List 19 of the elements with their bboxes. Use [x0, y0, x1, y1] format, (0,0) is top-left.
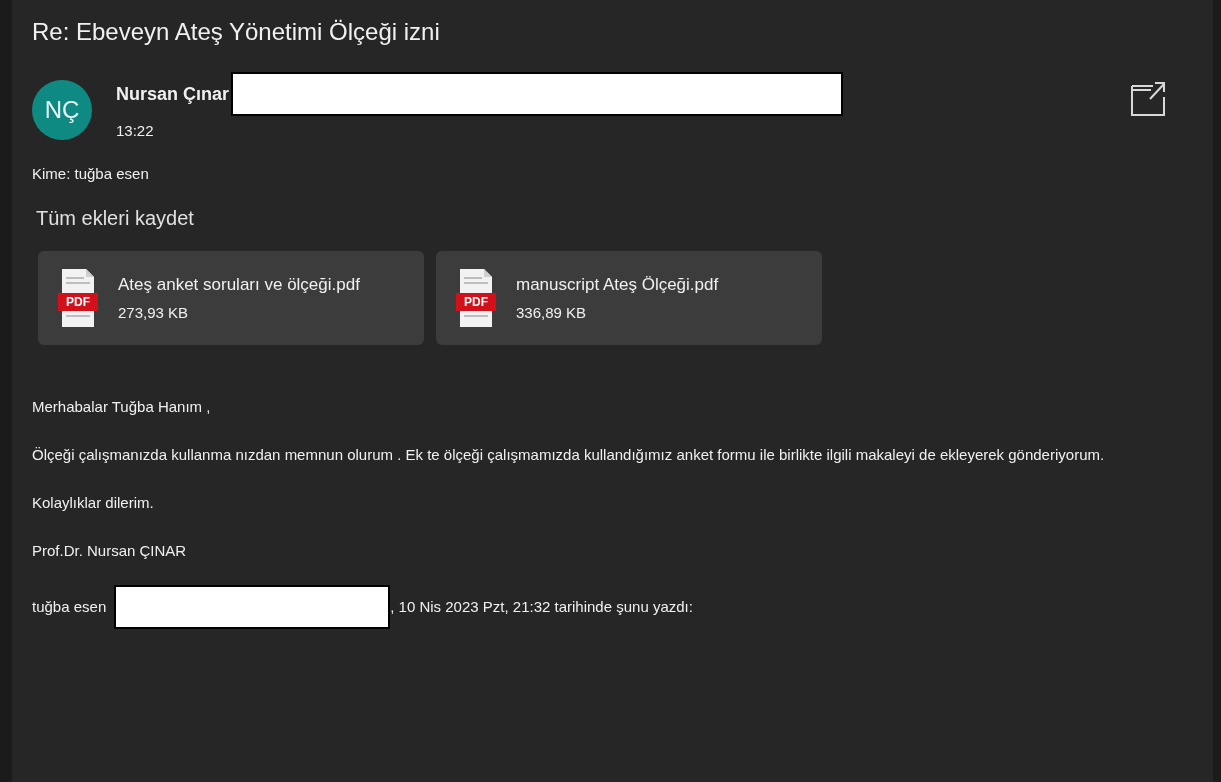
message-paragraph: Merhabalar Tuğba Hanım , — [32, 397, 212, 417]
sender-name: Nursan Çınar — [116, 82, 230, 106]
message-paragraph: Kolaylıklar dilerim. — [32, 493, 155, 513]
save-all-attachments-link[interactable]: Tüm ekleri kaydet — [36, 203, 194, 233]
pop-out-icon[interactable] — [1131, 80, 1167, 116]
attachment-size: 336,89 KB — [516, 302, 588, 323]
attachment-name: Ateş anket soruları ve ölçeği.pdf — [118, 274, 360, 296]
email-subject: Re: Ebeveyn Ateş Yönetimi Ölçeği izni — [32, 17, 441, 47]
recipient-line: Kime: tuğba esen — [32, 163, 150, 184]
received-time: 13:22 — [116, 121, 155, 141]
quote-date: , 10 Nis 2023 Pzt, 21:32 tarihinde şunu yazdı: — [390, 597, 693, 617]
sender-avatar: NÇ — [32, 80, 92, 140]
message-paragraph: Ölçeği çalışmanızda kullanma nızdan memnun olurum . Ek te ölçeği çalışmamızda kullandığımız anket formu ile birlikte ilgili makaleyi de ekleyerek gönderiyorum. — [32, 445, 1106, 465]
attachment-name: manuscript Ateş Ölçeği.pdf — [516, 274, 719, 296]
attachment-size: 273,93 KB — [118, 302, 190, 323]
message-paragraph: Prof.Dr. Nursan ÇINAR — [32, 541, 188, 561]
quote-author: tuğba esen — [32, 597, 107, 617]
attachment-card[interactable]: PDF Ateş anket soruları ve ölçeği.pdf 273,93 KB — [38, 251, 424, 345]
attachment-card[interactable]: PDF manuscript Ateş Ölçeği.pdf 336,89 KB — [436, 251, 822, 345]
